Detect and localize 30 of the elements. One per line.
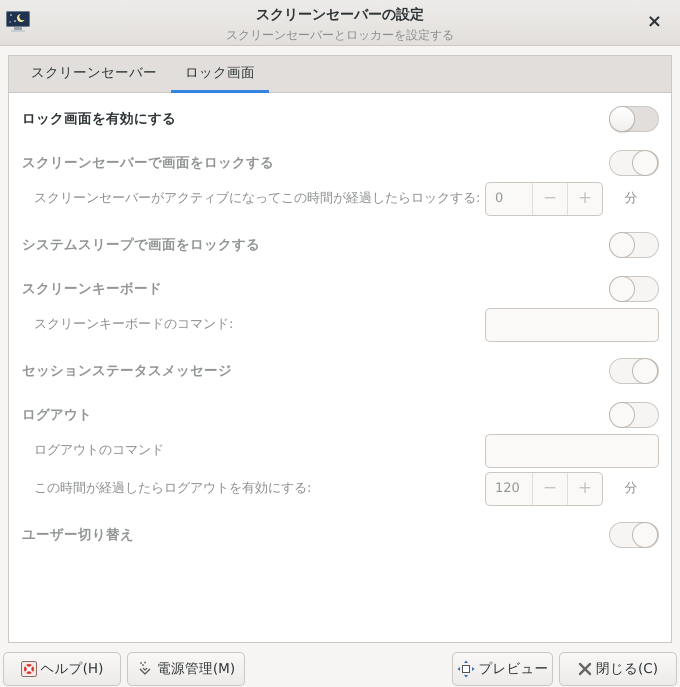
close-button[interactable]: × bbox=[642, 12, 666, 32]
preview-button[interactable]: プレビュー bbox=[452, 652, 553, 686]
window-subtitle: スクリーンセーバーとロッカーを設定する bbox=[226, 26, 454, 42]
setting-label: ロック画面を有効にする bbox=[22, 110, 176, 129]
setting-label: システムスリープで画面をロックする bbox=[22, 236, 260, 255]
spin-value: 120 bbox=[494, 480, 521, 498]
setting-label: この時間が経過したらログアウトを有効にする: bbox=[34, 480, 312, 498]
close-icon bbox=[578, 662, 592, 676]
tab[interactable]: ロック画面 bbox=[171, 56, 269, 93]
toggle-switch[interactable] bbox=[609, 106, 659, 132]
setting-label: スクリーンセーバーで画面をロックする bbox=[22, 154, 274, 173]
move-arrows-icon bbox=[456, 660, 474, 678]
setting-label: ユーザー切り替え bbox=[22, 526, 134, 545]
unit-label: 分 bbox=[624, 480, 638, 498]
setting-label: ログアウト bbox=[22, 406, 92, 425]
close-button[interactable]: 閉じる(C) bbox=[559, 652, 677, 686]
setting-label: スクリーンキーボード bbox=[22, 280, 162, 299]
tab[interactable]: スクリーンセーバー bbox=[17, 56, 171, 93]
power-button[interactable]: 電源管理(M) bbox=[127, 652, 245, 686]
lifebuoy-icon bbox=[20, 661, 37, 677]
plug-icon bbox=[136, 661, 153, 677]
help-button[interactable]: ヘルプ(H) bbox=[3, 652, 121, 686]
setting-label: スクリーンセーバーがアクティブになってこの時間が経過したらロックする: bbox=[34, 190, 480, 208]
unit-label: 分 bbox=[624, 190, 638, 208]
spin-value: 0 bbox=[494, 190, 504, 208]
setting-label: ログアウトのコマンド bbox=[34, 442, 164, 460]
window-title: スクリーンセーバーの設定 bbox=[256, 6, 424, 24]
setting-label: セッションステータスメッセージ bbox=[22, 362, 232, 381]
setting-label: スクリーンキーボードのコマンド: bbox=[34, 316, 234, 334]
monitor-icon bbox=[6, 11, 30, 33]
